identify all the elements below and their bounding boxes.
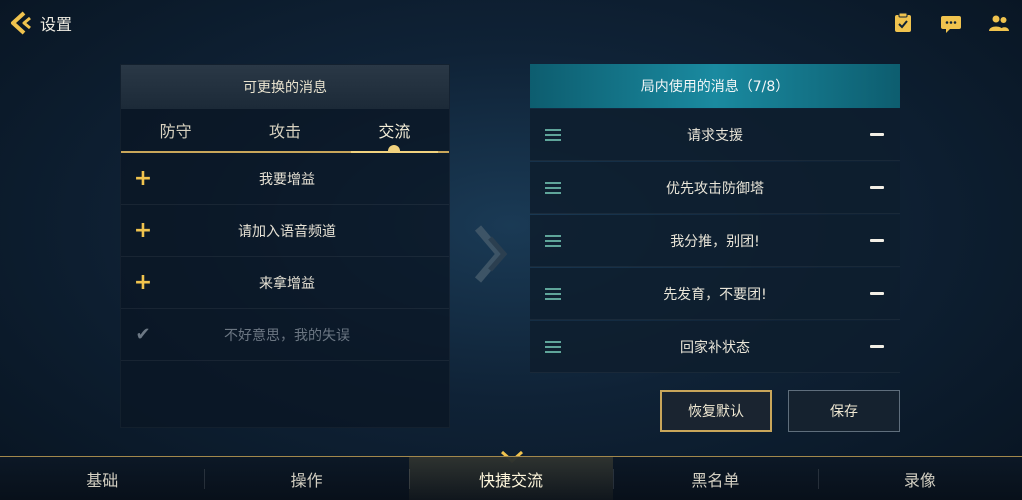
page-title: 设置 <box>40 15 73 34</box>
list-item[interactable]: + 请加入语音频道 <box>121 205 449 257</box>
bottom-navigation: 基础 操作 快捷交流 黑名单 录像 <box>0 456 1022 500</box>
message-label: 回家补状态 <box>680 339 750 356</box>
reset-default-button[interactable]: 恢复默认 <box>660 390 772 432</box>
drag-handle-icon[interactable] <box>530 287 576 300</box>
list-item[interactable]: + 我要增益 <box>121 153 449 205</box>
list-item: ✔ 不好意思，我的失误 <box>121 309 449 361</box>
friends-icon[interactable] <box>988 12 1010 34</box>
back-button[interactable]: 设置 <box>8 10 72 36</box>
message-label: 不好意思，我的失误 <box>224 327 350 344</box>
list-item[interactable]: + 来拿增益 <box>121 257 449 309</box>
list-item[interactable]: 先发育，不要团! <box>530 268 900 320</box>
nav-controls[interactable]: 操作 <box>204 457 408 500</box>
task-icon[interactable] <box>892 12 914 34</box>
panel-title: 局内使用的消息（7/8） <box>530 64 900 108</box>
message-label: 请求支援 <box>687 127 743 144</box>
category-tabs: 防守 攻击 交流 <box>121 109 449 153</box>
drag-handle-icon[interactable] <box>530 128 576 141</box>
add-icon[interactable]: + <box>121 218 165 243</box>
list-item[interactable]: 请求支援 <box>530 109 900 161</box>
remove-icon[interactable] <box>854 186 900 189</box>
tab-defense[interactable]: 防守 <box>121 109 230 151</box>
chat-icon[interactable] <box>940 12 962 34</box>
message-label: 我要增益 <box>259 171 315 188</box>
top-bar: 设置 <box>0 0 1022 48</box>
drag-handle-icon[interactable] <box>530 340 576 353</box>
tab-attack[interactable]: 攻击 <box>230 109 339 151</box>
nav-quick-chat[interactable]: 快捷交流 <box>408 457 614 500</box>
checkmark-icon: ✔ <box>135 324 151 345</box>
nav-basic[interactable]: 基础 <box>0 457 204 500</box>
panel-title: 可更换的消息 <box>121 65 449 109</box>
message-label: 我分推，别团! <box>670 233 760 250</box>
save-button[interactable]: 保存 <box>788 390 900 432</box>
in-game-messages-panel: 局内使用的消息（7/8） 请求支援 优先攻击防御塔 我分推，别团! 先发育，不要… <box>530 64 900 373</box>
remove-icon[interactable] <box>854 239 900 242</box>
list-item[interactable]: 回家补状态 <box>530 321 900 373</box>
list-item[interactable]: 我分推，别团! <box>530 215 900 267</box>
message-label: 优先攻击防御塔 <box>666 180 764 197</box>
nav-replay[interactable]: 录像 <box>817 457 1022 500</box>
message-label: 先发育，不要团! <box>663 286 767 303</box>
add-icon[interactable]: + <box>121 166 165 191</box>
remove-icon[interactable] <box>854 133 900 136</box>
tab-communication[interactable]: 交流 <box>340 109 449 153</box>
remove-icon[interactable] <box>854 292 900 295</box>
list-item[interactable]: 优先攻击防御塔 <box>530 162 900 214</box>
drag-handle-icon[interactable] <box>530 181 576 194</box>
message-label: 来拿增益 <box>259 275 315 292</box>
chevron-right-icon <box>474 225 508 283</box>
replaceable-messages-panel: 可更换的消息 防守 攻击 交流 + 我要增益 + 请加入语音频道 + 来拿增益 … <box>120 64 450 428</box>
drag-handle-icon[interactable] <box>530 234 576 247</box>
nav-blacklist[interactable]: 黑名单 <box>613 457 817 500</box>
back-arrow-icon <box>11 11 31 35</box>
remove-icon[interactable] <box>854 345 900 348</box>
add-icon[interactable]: + <box>121 270 165 295</box>
message-label: 请加入语音频道 <box>238 223 336 240</box>
